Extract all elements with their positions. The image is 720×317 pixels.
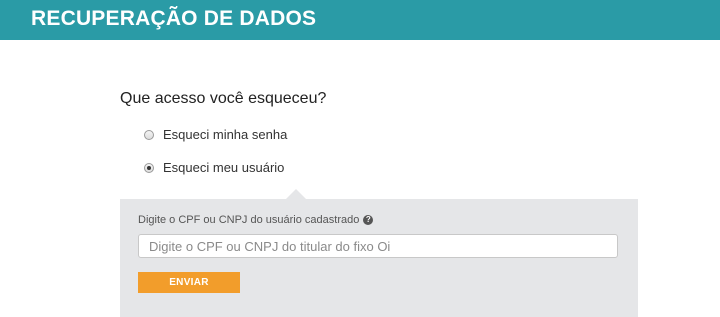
option-forgot-username[interactable]: Esqueci meu usuário [144,160,284,175]
document-field-label-text: Digite o CPF ou CNPJ do usuário cadastra… [138,214,360,226]
document-input[interactable] [138,234,618,258]
document-field-label: Digite o CPF ou CNPJ do usuário cadastra… [138,214,374,226]
submit-button[interactable]: ENVIAR [138,272,240,293]
page-title: RECUPERAÇÃO DE DADOS [31,7,317,30]
option-forgot-username-label: Esqueci meu usuário [163,160,285,175]
page-header: RECUPERAÇÃO DE DADOS [0,0,720,40]
question-circle-icon[interactable]: ? [363,215,374,225]
option-forgot-password[interactable]: Esqueci minha senha [144,127,287,142]
radio-forgot-password[interactable] [144,129,154,140]
recovery-question: Que acesso você esqueceu? [120,90,327,107]
option-forgot-password-label: Esqueci minha senha [163,127,288,142]
radio-forgot-username[interactable] [144,162,154,173]
